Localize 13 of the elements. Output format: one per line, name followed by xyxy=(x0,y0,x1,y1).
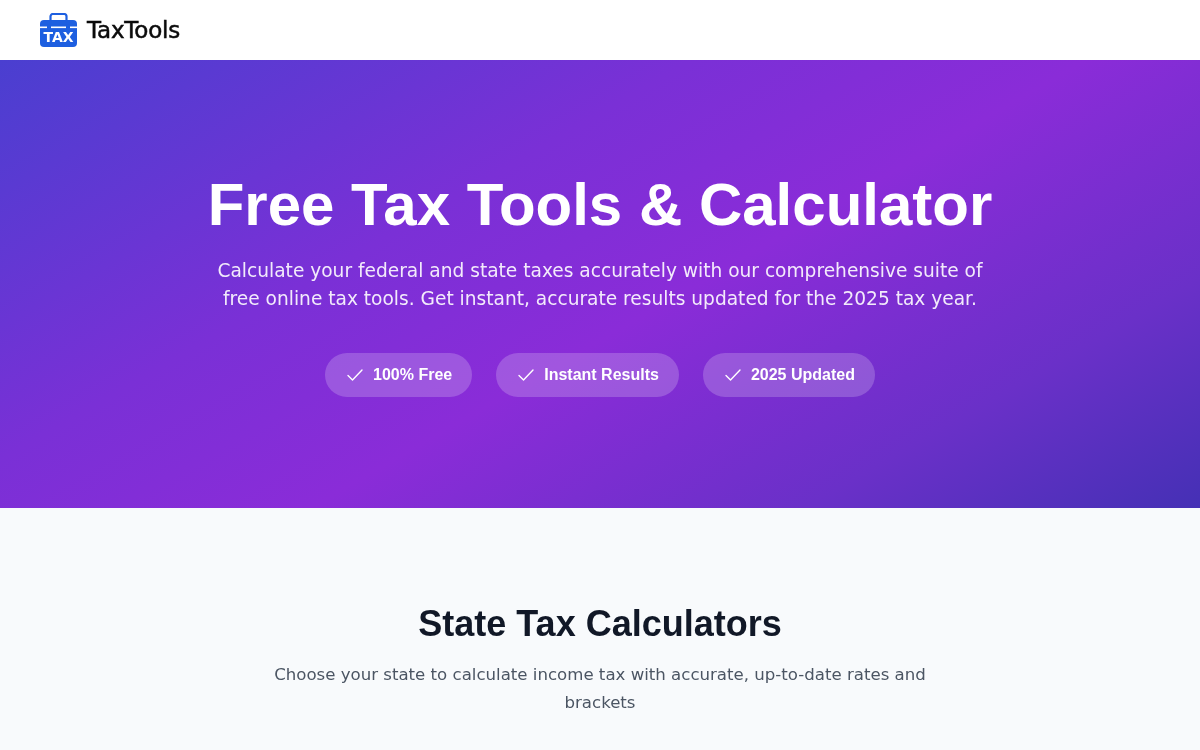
logo-icon-label: TAX xyxy=(43,29,74,45)
hero-title: Free Tax Tools & Calculator xyxy=(207,170,993,240)
section-title: State Tax Calculators xyxy=(418,602,782,646)
logo-name[interactable]: TaxTools xyxy=(87,17,180,43)
checkmark-icon xyxy=(724,369,741,381)
toolbox-icon xyxy=(40,13,77,47)
hero-subtitle: Calculate your federal and state taxes accurately with our comprehensive suite of free online tax tools. Get instant, accurate results updated for the 2025 tax year. xyxy=(216,259,984,311)
feature-badge: 100% Free xyxy=(325,353,473,397)
section-subtitle: Choose your state to calculate income tax with accurate, up-to-date rates and brackets xyxy=(273,664,927,714)
feature-badge: 2025 Updated xyxy=(702,353,875,397)
checkmark-icon xyxy=(518,369,535,381)
feature-badge: Instant Results xyxy=(496,353,679,397)
checkmark-icon xyxy=(347,369,364,381)
